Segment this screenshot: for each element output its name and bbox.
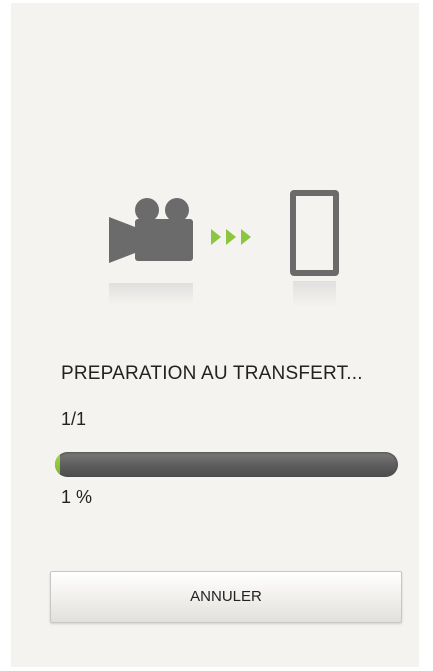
icon-reflections <box>109 281 336 307</box>
progress-bar <box>55 452 398 477</box>
file-counter: 1/1 <box>61 409 87 429</box>
progress-percent-label: 1 % <box>61 487 93 507</box>
transfer-illustration <box>109 190 339 307</box>
video-camera-icon <box>109 198 193 263</box>
cancel-button[interactable]: ANNULER <box>50 571 402 623</box>
arrows-right-icon <box>211 229 251 245</box>
transfer-screen: PREPARATION AU TRANSFERT... 1/1 1 % ANNU… <box>11 3 419 667</box>
transfer-status-text: PREPARATION AU TRANSFERT... <box>61 363 363 384</box>
smartphone-icon <box>290 190 339 276</box>
progress-bar-fill <box>55 452 60 477</box>
